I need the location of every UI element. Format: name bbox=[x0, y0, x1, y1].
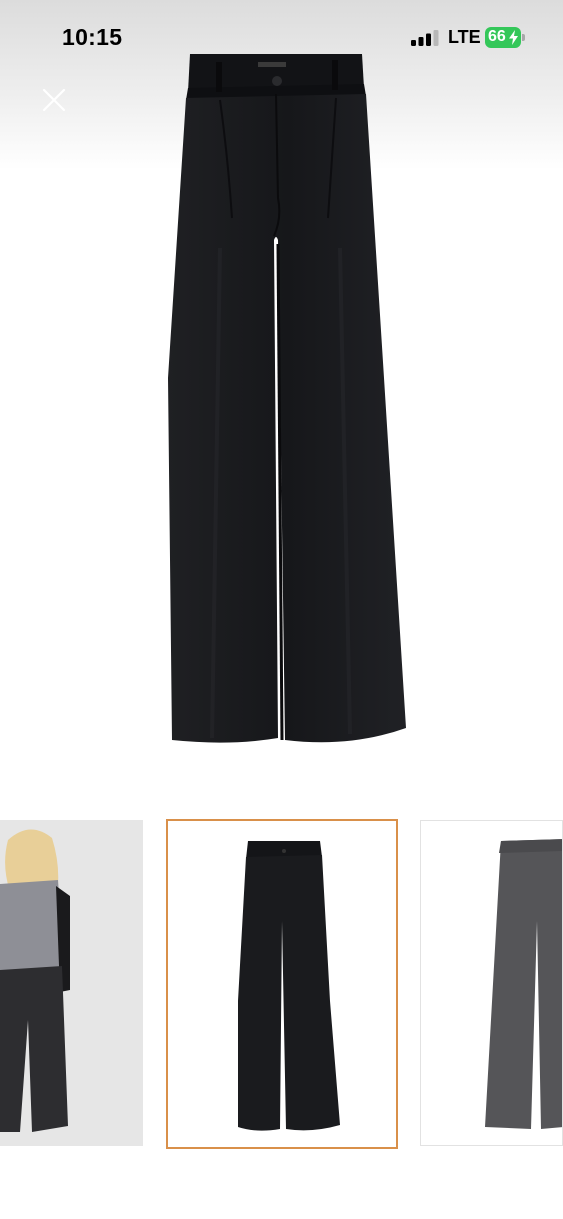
signal-bars-icon bbox=[411, 30, 439, 46]
main-product-image[interactable] bbox=[150, 48, 420, 750]
network-type: LTE bbox=[448, 27, 481, 47]
thumbnail-2-selected[interactable] bbox=[166, 819, 398, 1149]
thumbnail-1[interactable] bbox=[0, 820, 143, 1146]
thumbnail-3[interactable] bbox=[420, 820, 563, 1146]
battery-cap bbox=[522, 34, 525, 41]
product-front-view-image bbox=[168, 821, 396, 1147]
battery-level: 66 bbox=[488, 28, 506, 45]
bolt-icon bbox=[509, 30, 518, 45]
battery-charging-icon: 66 bbox=[485, 27, 527, 48]
close-button[interactable] bbox=[40, 86, 68, 114]
battery-body: 66 bbox=[485, 27, 521, 48]
product-side-view-image bbox=[421, 821, 562, 1145]
model-back-view-image bbox=[0, 820, 143, 1146]
close-icon bbox=[42, 88, 66, 112]
status-time: 10:15 bbox=[62, 24, 123, 50]
